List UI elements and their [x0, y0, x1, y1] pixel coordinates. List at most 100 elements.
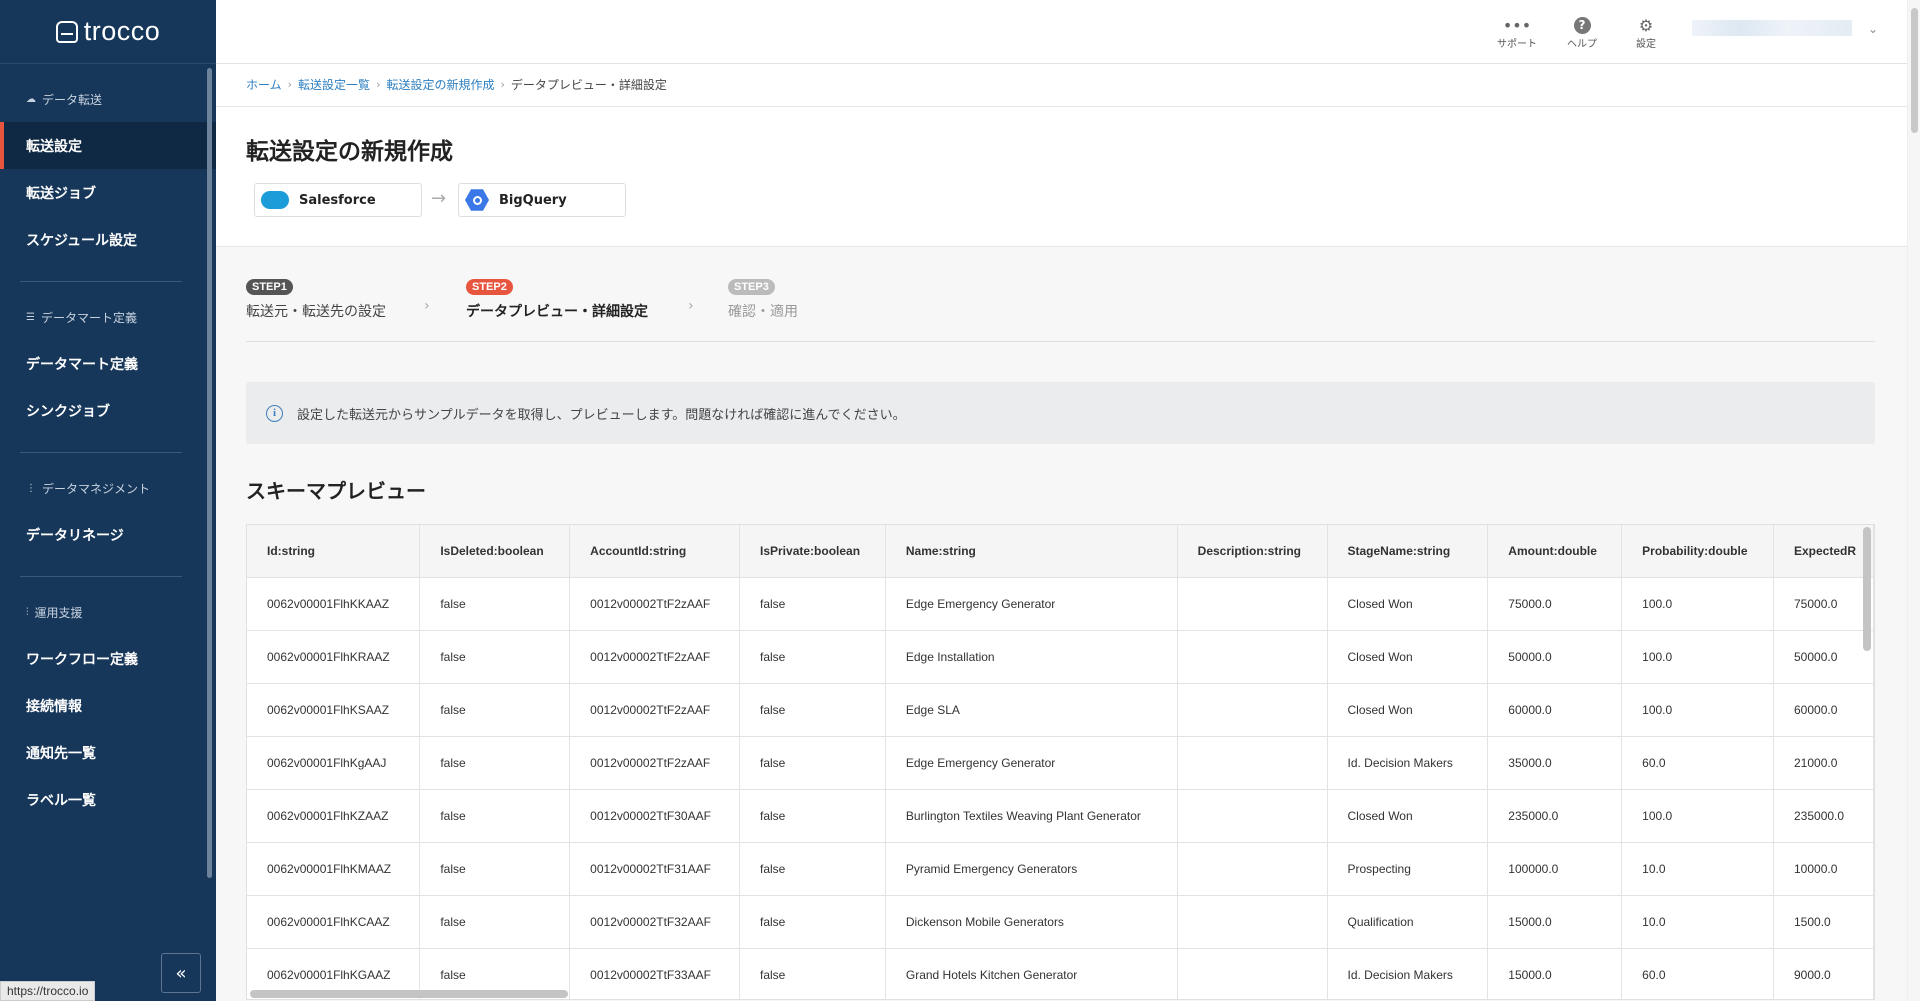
app-logo[interactable]: trocco: [0, 0, 216, 64]
table-cell: 10.0: [1621, 895, 1774, 949]
table-cell: 100000.0: [1487, 842, 1623, 896]
sidebar-item[interactable]: スケジュール設定: [0, 216, 216, 263]
sidebar-item[interactable]: ワークフロー定義: [0, 635, 216, 682]
table-cell: Edge SLA: [885, 683, 1178, 737]
column-header: StageName:string: [1327, 525, 1489, 578]
table-cell: false: [739, 842, 886, 896]
table-cell: 10.0: [1621, 842, 1774, 896]
step-2-badge: STEP2: [466, 279, 513, 295]
table-cell: false: [419, 577, 571, 631]
table-cell: false: [419, 895, 571, 949]
info-alert: i 設定した転送元からサンプルデータを取得し、プレビューします。問題なければ確認…: [246, 382, 1875, 444]
table-cell: [1177, 948, 1328, 999]
table-row: 0062v00001FlhKZAAZ false 0012v00002TtF30AA…: [247, 789, 1874, 843]
breadcrumb-separator-icon: ›: [287, 78, 293, 91]
bigquery-icon: [465, 189, 489, 211]
table-cell: false: [739, 895, 886, 949]
sidebar-item[interactable]: ラベル一覧: [0, 776, 216, 823]
sidebar-item[interactable]: シンクジョブ: [0, 387, 216, 434]
table-cell: 60.0: [1621, 948, 1774, 999]
table-cell: 100.0: [1621, 789, 1774, 843]
column-header: Id:string: [247, 525, 421, 578]
support-label: サポート: [1497, 39, 1537, 50]
table-cell: [1177, 789, 1328, 843]
destination-connector: BigQuery: [458, 183, 626, 217]
table-header-row: Id:string IsDeleted:boolean AccountId:stri…: [247, 525, 1874, 578]
table-cell: Edge Installation: [885, 630, 1178, 684]
step-2: STEP2 データプレビュー・詳細設定: [466, 275, 648, 321]
table-cell: [1177, 736, 1328, 790]
steps-divider: [246, 341, 1875, 342]
table-cell: [1177, 577, 1328, 631]
table-cell: 1500.0: [1773, 895, 1874, 949]
sidebar-item[interactable]: データリネージ: [0, 511, 216, 558]
column-header: ExpectedR: [1773, 525, 1874, 578]
sidebar-item[interactable]: データマート定義: [0, 340, 216, 387]
sidebar-item[interactable]: 接続情報: [0, 682, 216, 729]
table-cell: Pyramid Emergency Generators: [885, 842, 1178, 896]
table-cell: Closed Won: [1327, 683, 1489, 737]
arrow-right-icon: →: [431, 188, 447, 209]
sidebar-item[interactable]: 転送ジョブ: [0, 169, 216, 216]
help-button[interactable]: ? ヘルプ: [1552, 15, 1612, 50]
table-vertical-scrollbar[interactable]: [1863, 527, 1871, 651]
sidebar-scrollbar[interactable]: [207, 68, 212, 878]
breadcrumb-transfer-list[interactable]: 転送設定一覧: [298, 76, 370, 93]
column-header: IsPrivate:boolean: [739, 525, 886, 578]
sidebar-section-heading: ⋮ データマネジメント: [0, 479, 216, 497]
info-text: 設定した転送元からサンプルデータを取得し、プレビューします。問題なければ確認に進…: [297, 407, 906, 423]
table-cell: false: [739, 577, 886, 631]
step-1-badge: STEP1: [246, 279, 293, 295]
salesforce-icon: [261, 191, 289, 209]
table-body: 0062v00001FlhKKAAZ false 0012v00002TtF2zAA…: [247, 577, 1874, 999]
table-row: 0062v00001FlhKCAAZ false 0012v00002TtF32AA…: [247, 895, 1874, 949]
breadcrumb-new-transfer[interactable]: 転送設定の新規作成: [386, 76, 494, 93]
collapse-sidebar-button[interactable]: «: [161, 953, 201, 993]
lineage-icon: ⋮: [26, 482, 36, 494]
table-cell: Dickenson Mobile Generators: [885, 895, 1178, 949]
table-cell: 60000.0: [1773, 683, 1874, 737]
top-bar: ••• サポート ? ヘルプ ⚙ 設定 ⌄: [216, 0, 1907, 64]
table-cell: false: [419, 683, 571, 737]
table-cell: Edge Emergency Generator: [885, 577, 1178, 631]
more-dots-icon: •••: [1502, 15, 1532, 35]
table-cell: 0012v00002TtF30AAF: [569, 789, 740, 843]
breadcrumb: ホーム › 転送設定一覧 › 転送設定の新規作成 › データプレビュー・詳細設定: [246, 76, 667, 93]
column-header: Name:string: [885, 525, 1178, 578]
sidebar-section: ⋮ データマネジメントデータリネージ: [0, 453, 216, 558]
table-cell: Id. Decision Makers: [1327, 736, 1489, 790]
table-cell: 0062v00001FlhKgAAJ: [247, 736, 421, 790]
column-header: Description:string: [1177, 525, 1328, 578]
table-cell: false: [419, 736, 571, 790]
table-cell: false: [419, 842, 571, 896]
table-cell: 15000.0: [1487, 895, 1623, 949]
source-name: Salesforce: [299, 192, 376, 208]
sidebar-heading-label: 運用支援: [34, 605, 83, 620]
help-label: ヘルプ: [1567, 39, 1597, 50]
table-cell: 0062v00001FlhKKAAZ: [247, 577, 421, 631]
table-horizontal-scrollbar[interactable]: [250, 990, 568, 998]
table-cell: 75000.0: [1487, 577, 1623, 631]
table-cell: false: [419, 789, 571, 843]
sidebar-item[interactable]: 通知先一覧: [0, 729, 216, 776]
user-menu[interactable]: [1692, 20, 1852, 36]
table-cell: 10000.0: [1773, 842, 1874, 896]
page-scrollbar-thumb[interactable]: [1911, 8, 1918, 133]
support-button[interactable]: ••• サポート: [1487, 15, 1547, 51]
sidebar-section-heading: ☁ データ転送: [0, 90, 216, 108]
table-cell: Prospecting: [1327, 842, 1489, 896]
help-icon: ?: [1573, 16, 1591, 34]
schema-preview-title: スキーマプレビュー: [246, 479, 426, 503]
table-cell: 0062v00001FlhKSAAZ: [247, 683, 421, 737]
table-cell: 0012v00002TtF33AAF: [569, 948, 740, 999]
page-scrollbar[interactable]: [1907, 0, 1920, 1001]
breadcrumb-home[interactable]: ホーム: [246, 76, 282, 93]
table-cell: 0062v00001FlhKMAAZ: [247, 842, 421, 896]
sidebar-section-heading: ☰ データマート定義: [0, 308, 216, 326]
table-cell: 0012v00002TtF2zAAF: [569, 683, 740, 737]
chevron-down-icon[interactable]: ⌄: [1868, 22, 1878, 36]
table-cell: 100.0: [1621, 683, 1774, 737]
settings-button[interactable]: ⚙ 設定: [1616, 15, 1676, 51]
sidebar-item[interactable]: 転送設定: [0, 122, 216, 169]
breadcrumb-separator-icon: ›: [376, 78, 381, 91]
